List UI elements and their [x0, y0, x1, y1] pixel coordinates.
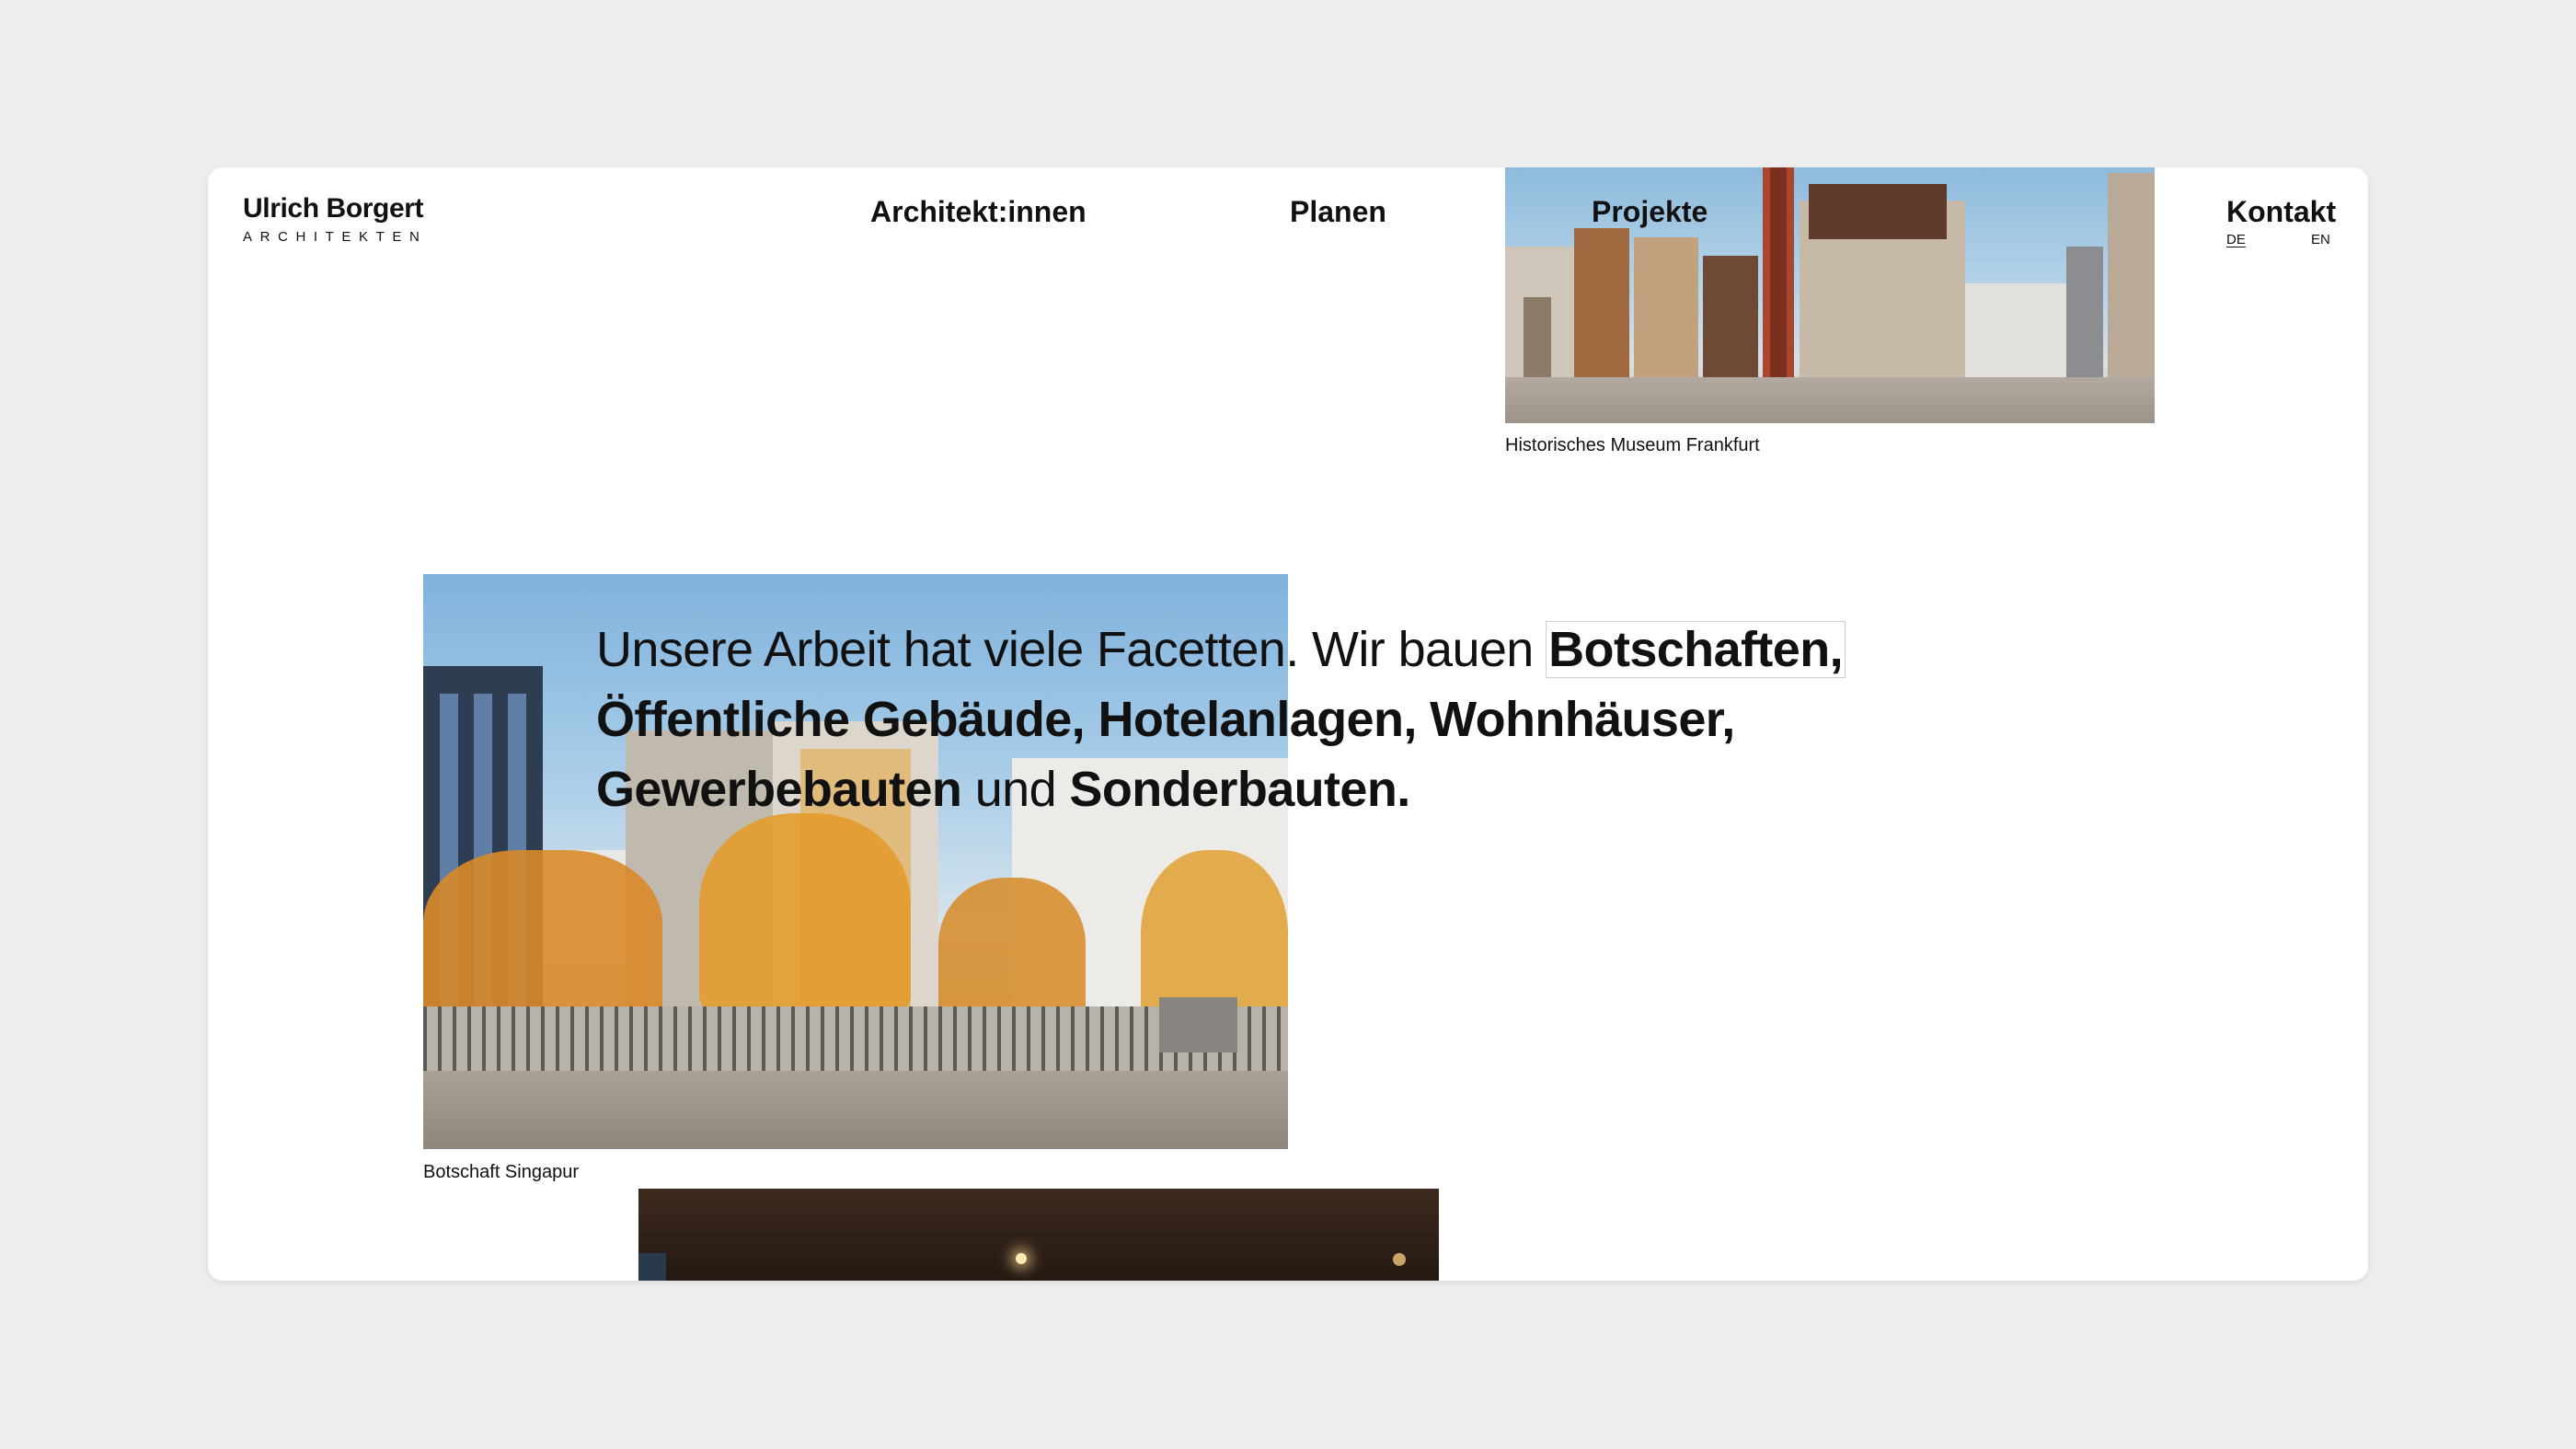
nav-kontakt[interactable]: Kontakt — [2226, 193, 2336, 230]
headline-item-botschaften[interactable]: Botschaften, — [1546, 621, 1846, 678]
headline-item-wohnhaeuser[interactable]: Wohnhäuser, — [1430, 692, 1735, 747]
logo-name: Ulrich Borgert — [243, 193, 424, 224]
headline-item-hotelanlagen[interactable]: Hotelanlagen, — [1098, 692, 1418, 747]
headline-connector: und — [974, 762, 1057, 817]
headline-item-gewerbebauten[interactable]: Gewerbebauten — [596, 762, 962, 817]
nav-architekten[interactable]: Architekt:innen — [870, 193, 1087, 230]
nav-planen[interactable]: Planen — [1290, 193, 1386, 230]
browser-page: Ulrich Borgert ARCHITEKTEN Architekt:inn… — [208, 167, 2368, 1281]
nav-projekte[interactable]: Projekte — [1592, 193, 1708, 230]
project-caption-historisches-museum: Historisches Museum Frankfurt — [1505, 435, 1760, 455]
headline-item-sonderbauten[interactable]: Sonderbauten. — [1069, 762, 1410, 817]
headline-item-oeffentliche-gebaeude[interactable]: Öffentliche Gebäude, — [596, 692, 1086, 747]
logo-subtitle: ARCHITEKTEN — [243, 229, 428, 245]
language-en[interactable]: EN — [2311, 232, 2330, 248]
language-de[interactable]: DE — [2226, 232, 2246, 248]
project-image-interior[interactable] — [638, 1189, 1439, 1281]
logo[interactable]: Ulrich Borgert ARCHITEKTEN — [243, 193, 427, 245]
headline-intro: Unsere Arbeit hat viele Facetten. Wir ba… — [596, 622, 1534, 677]
intro-headline: Unsere Arbeit hat viele Facetten. Wir ba… — [596, 615, 1884, 824]
project-caption-botschaft-singapur: Botschaft Singapur — [423, 1162, 579, 1182]
